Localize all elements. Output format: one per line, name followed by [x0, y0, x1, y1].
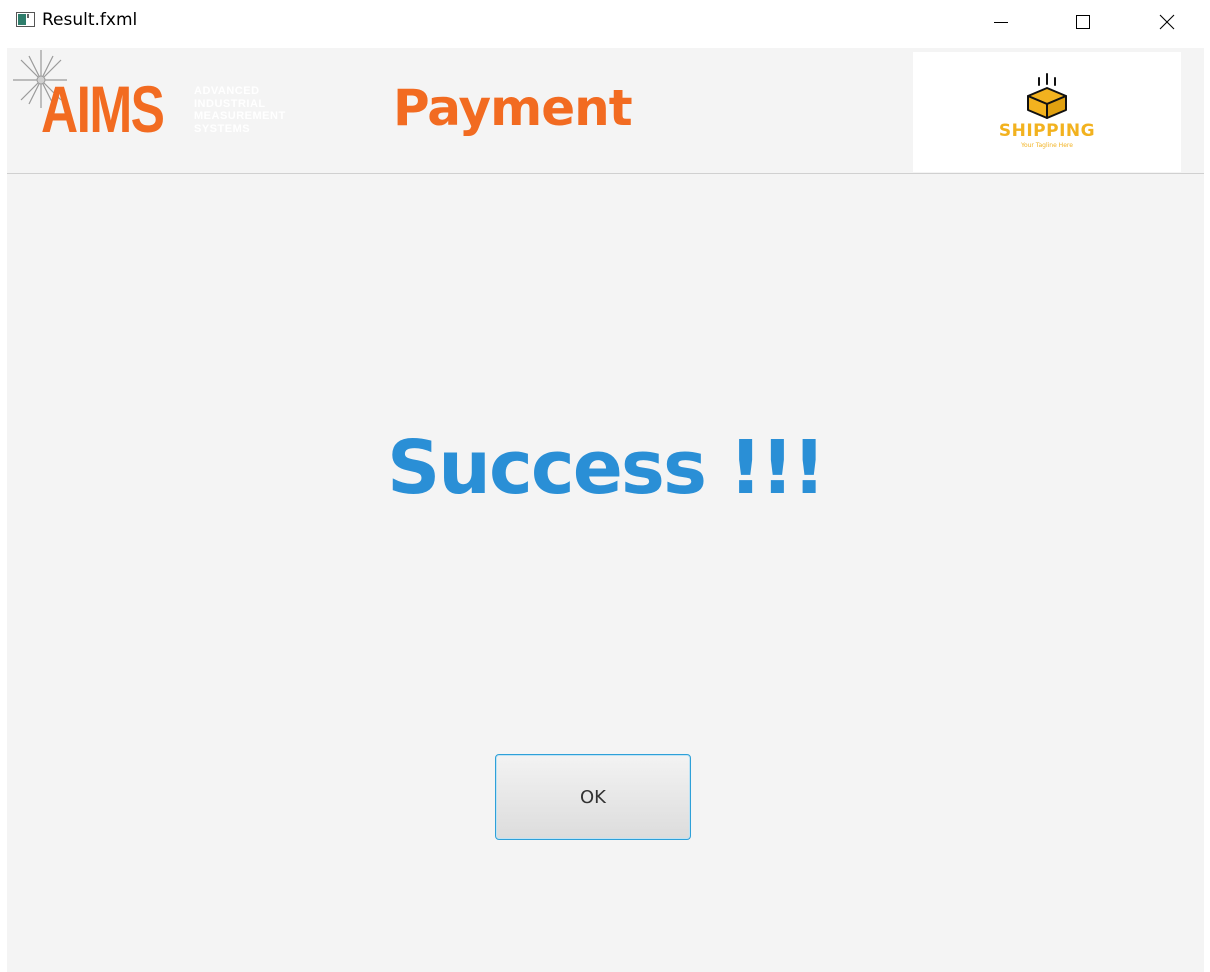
title-bar: Result.fxml [0, 0, 1210, 44]
aims-logo-subtitle: ADVANCED INDUSTRIAL MEASUREMENT SYSTEMS [194, 85, 286, 135]
window-title: Result.fxml [42, 10, 138, 30]
minimize-icon [994, 22, 1008, 23]
close-button[interactable] [1144, 0, 1190, 44]
header-bar: AIMS ADVANCED INDUSTRIAL MEASUREMENT SYS… [7, 48, 1204, 174]
client-area: AIMS ADVANCED INDUSTRIAL MEASUREMENT SYS… [7, 48, 1204, 972]
aims-logo-line: ADVANCED [194, 85, 260, 97]
shipping-logo: SHIPPING Your Tagline Here [913, 52, 1181, 172]
aims-logo: AIMS ADVANCED INDUSTRIAL MEASUREMENT SYS… [11, 48, 311, 168]
minimize-button[interactable] [978, 0, 1024, 44]
success-message: Success !!! [387, 425, 826, 511]
aims-logo-line: INDUSTRIAL [194, 97, 266, 110]
shipping-logo-text: SHIPPING [998, 121, 1096, 141]
app-window-icon [16, 12, 35, 27]
maximize-button[interactable] [1060, 0, 1106, 44]
close-icon [1159, 14, 1175, 30]
aims-logo-line: SYSTEMS [194, 122, 251, 135]
maximize-icon [1076, 15, 1090, 29]
ok-button[interactable]: OK [495, 754, 691, 840]
box-icon [1027, 73, 1067, 119]
shipping-logo-tagline: Your Tagline Here [1021, 142, 1073, 149]
aims-logo-line: MEASUREMENT [194, 110, 286, 122]
page-title: Payment [393, 79, 633, 137]
aims-logo-letters: AIMS [41, 72, 165, 146]
